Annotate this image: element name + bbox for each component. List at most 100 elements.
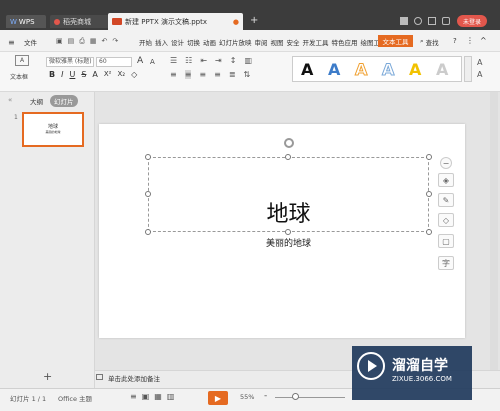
tab-close-icon[interactable]: ●	[233, 18, 239, 26]
add-slide-button[interactable]: +	[43, 370, 52, 383]
menu-developer[interactable]: 开发工具	[303, 37, 329, 47]
tab-slides[interactable]: 幻灯片	[50, 95, 78, 107]
more-icon[interactable]: ⋮	[466, 36, 474, 45]
font-shrink-button[interactable]: A	[150, 58, 155, 66]
columns-icon[interactable]: ▥	[244, 56, 252, 65]
slide-title[interactable]: 地球	[148, 196, 429, 228]
resize-handle-tm[interactable]	[285, 154, 291, 160]
menu-text-tools[interactable]: 文本工具	[378, 35, 413, 47]
menu-animation[interactable]: 动画	[203, 37, 216, 47]
collapse-tools-icon[interactable]: −	[440, 157, 452, 169]
export-pdf-icon[interactable]: ▤	[68, 37, 75, 46]
font-name-select[interactable]: 微软雅黑 (标题)	[46, 57, 94, 67]
textbox-label[interactable]: 文本框	[10, 72, 28, 81]
italic-button[interactable]: I	[61, 70, 63, 79]
menu-security[interactable]: 安全	[287, 37, 300, 47]
subscript-icon[interactable]: X₂	[118, 70, 126, 79]
menu-home[interactable]: 开始	[139, 37, 152, 47]
text-effect-icon[interactable]: 字	[438, 256, 454, 270]
reading-view-icon[interactable]: ▥	[167, 392, 175, 401]
menu-view[interactable]: 视图	[271, 37, 284, 47]
strikethrough-button[interactable]: S	[81, 70, 86, 79]
play-slideshow-button[interactable]: ▶	[208, 391, 228, 405]
tab-store[interactable]: 稻壳商城	[50, 15, 110, 28]
menu-transition[interactable]: 切换	[187, 37, 200, 47]
numbering-icon[interactable]: ☷	[185, 56, 192, 65]
line-spacing-icon[interactable]: ↕	[230, 56, 237, 65]
tab-outline[interactable]: 大纲	[30, 96, 43, 106]
redo-icon[interactable]: ↷	[112, 37, 118, 46]
style-preset-6[interactable]: A	[436, 60, 448, 79]
font-grow-button[interactable]: A	[137, 56, 143, 66]
menu-slideshow[interactable]: 幻灯片放映	[219, 37, 252, 47]
zoom-slider-thumb[interactable]	[292, 393, 299, 400]
print-icon[interactable]: ⎙	[79, 37, 85, 46]
style-preset-3[interactable]: A	[354, 60, 367, 80]
superscript-icon[interactable]: X²	[104, 70, 112, 79]
text-fill-icon[interactable]: A	[477, 58, 482, 67]
vertical-scrollbar[interactable]	[490, 92, 498, 370]
settings-icon[interactable]	[442, 17, 450, 25]
new-tab-button[interactable]: +	[250, 15, 258, 26]
clear-format-icon[interactable]: ◇	[131, 70, 137, 79]
sorter-view-icon[interactable]: ▦	[154, 392, 162, 401]
help-button[interactable]: ?	[453, 37, 457, 45]
slide-thumbnail[interactable]: 地球 美丽的地球	[22, 112, 84, 147]
fill-bucket-icon[interactable]: ◇	[438, 213, 454, 227]
menu-review[interactable]: 审阅	[255, 37, 268, 47]
collapse-panel-icon[interactable]: «	[8, 96, 12, 104]
textbox-icon[interactable]: A	[15, 55, 29, 66]
menu-icon[interactable]: ≡	[8, 38, 15, 47]
style-preset-4[interactable]: A	[381, 60, 394, 80]
rotate-handle-icon[interactable]	[284, 138, 294, 148]
bold-button[interactable]: B	[49, 70, 55, 79]
resize-handle-br[interactable]	[426, 229, 432, 235]
menu-features[interactable]: 特色应用	[332, 37, 358, 47]
style-preset-1[interactable]: A	[301, 60, 313, 79]
decrease-indent-icon[interactable]: ⇤	[200, 56, 207, 65]
gallery-scroll[interactable]	[464, 56, 472, 82]
login-button[interactable]: 未登录	[457, 15, 487, 27]
bullets-icon[interactable]: ☰	[170, 56, 177, 65]
outline-icon[interactable]: ▢	[438, 234, 454, 248]
save-icon[interactable]: ▣	[56, 37, 63, 46]
notes-toggle-icon[interactable]: ≡	[130, 392, 137, 401]
resize-handle-tr[interactable]	[426, 154, 432, 160]
normal-view-icon[interactable]: ▣	[142, 392, 150, 401]
increase-indent-icon[interactable]: ⇥	[215, 56, 222, 65]
text-direction-icon[interactable]: ⇅	[244, 70, 251, 79]
zoom-out-button[interactable]: -	[264, 391, 267, 401]
menu-design[interactable]: 设计	[171, 37, 184, 47]
skin-icon[interactable]	[414, 17, 422, 25]
text-outline-icon[interactable]: A	[477, 70, 482, 79]
undo-icon[interactable]: ↶	[101, 37, 107, 46]
resize-handle-tl[interactable]	[145, 154, 151, 160]
distribute-icon[interactable]: ≣	[229, 70, 236, 79]
thumb-title: 地球	[47, 124, 58, 130]
tab-wps[interactable]: W WPS	[6, 15, 46, 28]
align-right-icon[interactable]: ≡	[199, 70, 206, 79]
feedback-icon[interactable]	[428, 17, 436, 25]
justify-icon[interactable]: ≡	[214, 70, 221, 79]
resize-handle-bm[interactable]	[285, 229, 291, 235]
pen-icon[interactable]: ✎	[438, 193, 454, 207]
align-left-icon[interactable]: ≡	[170, 70, 177, 79]
menu-file[interactable]: 文件	[24, 37, 37, 47]
resize-handle-bl[interactable]	[145, 229, 151, 235]
preview-icon[interactable]: ▦	[90, 37, 97, 46]
font-size-select[interactable]: 60	[96, 57, 132, 67]
text-shadow-icon[interactable]: A	[92, 70, 97, 79]
style-preset-2[interactable]: A	[328, 60, 340, 79]
layout-icon[interactable]	[400, 17, 408, 25]
zoom-slider[interactable]	[275, 397, 345, 398]
notes-placeholder[interactable]: 单击此处添加备注	[108, 373, 160, 383]
layers-icon[interactable]: ◈	[438, 173, 454, 187]
menu-insert[interactable]: 插入	[155, 37, 168, 47]
style-preset-5[interactable]: A	[409, 60, 421, 79]
tab-document[interactable]: 新建 PPTX 演示文稿.pptx ●	[108, 13, 243, 30]
collapse-ribbon-icon[interactable]: ^	[480, 36, 487, 45]
slide-subtitle[interactable]: 美丽的地球	[148, 236, 429, 249]
underline-button[interactable]: U	[69, 70, 75, 79]
align-center-icon[interactable]: ≡	[184, 70, 192, 79]
search-box[interactable]: ⌕ 查找	[420, 37, 439, 47]
